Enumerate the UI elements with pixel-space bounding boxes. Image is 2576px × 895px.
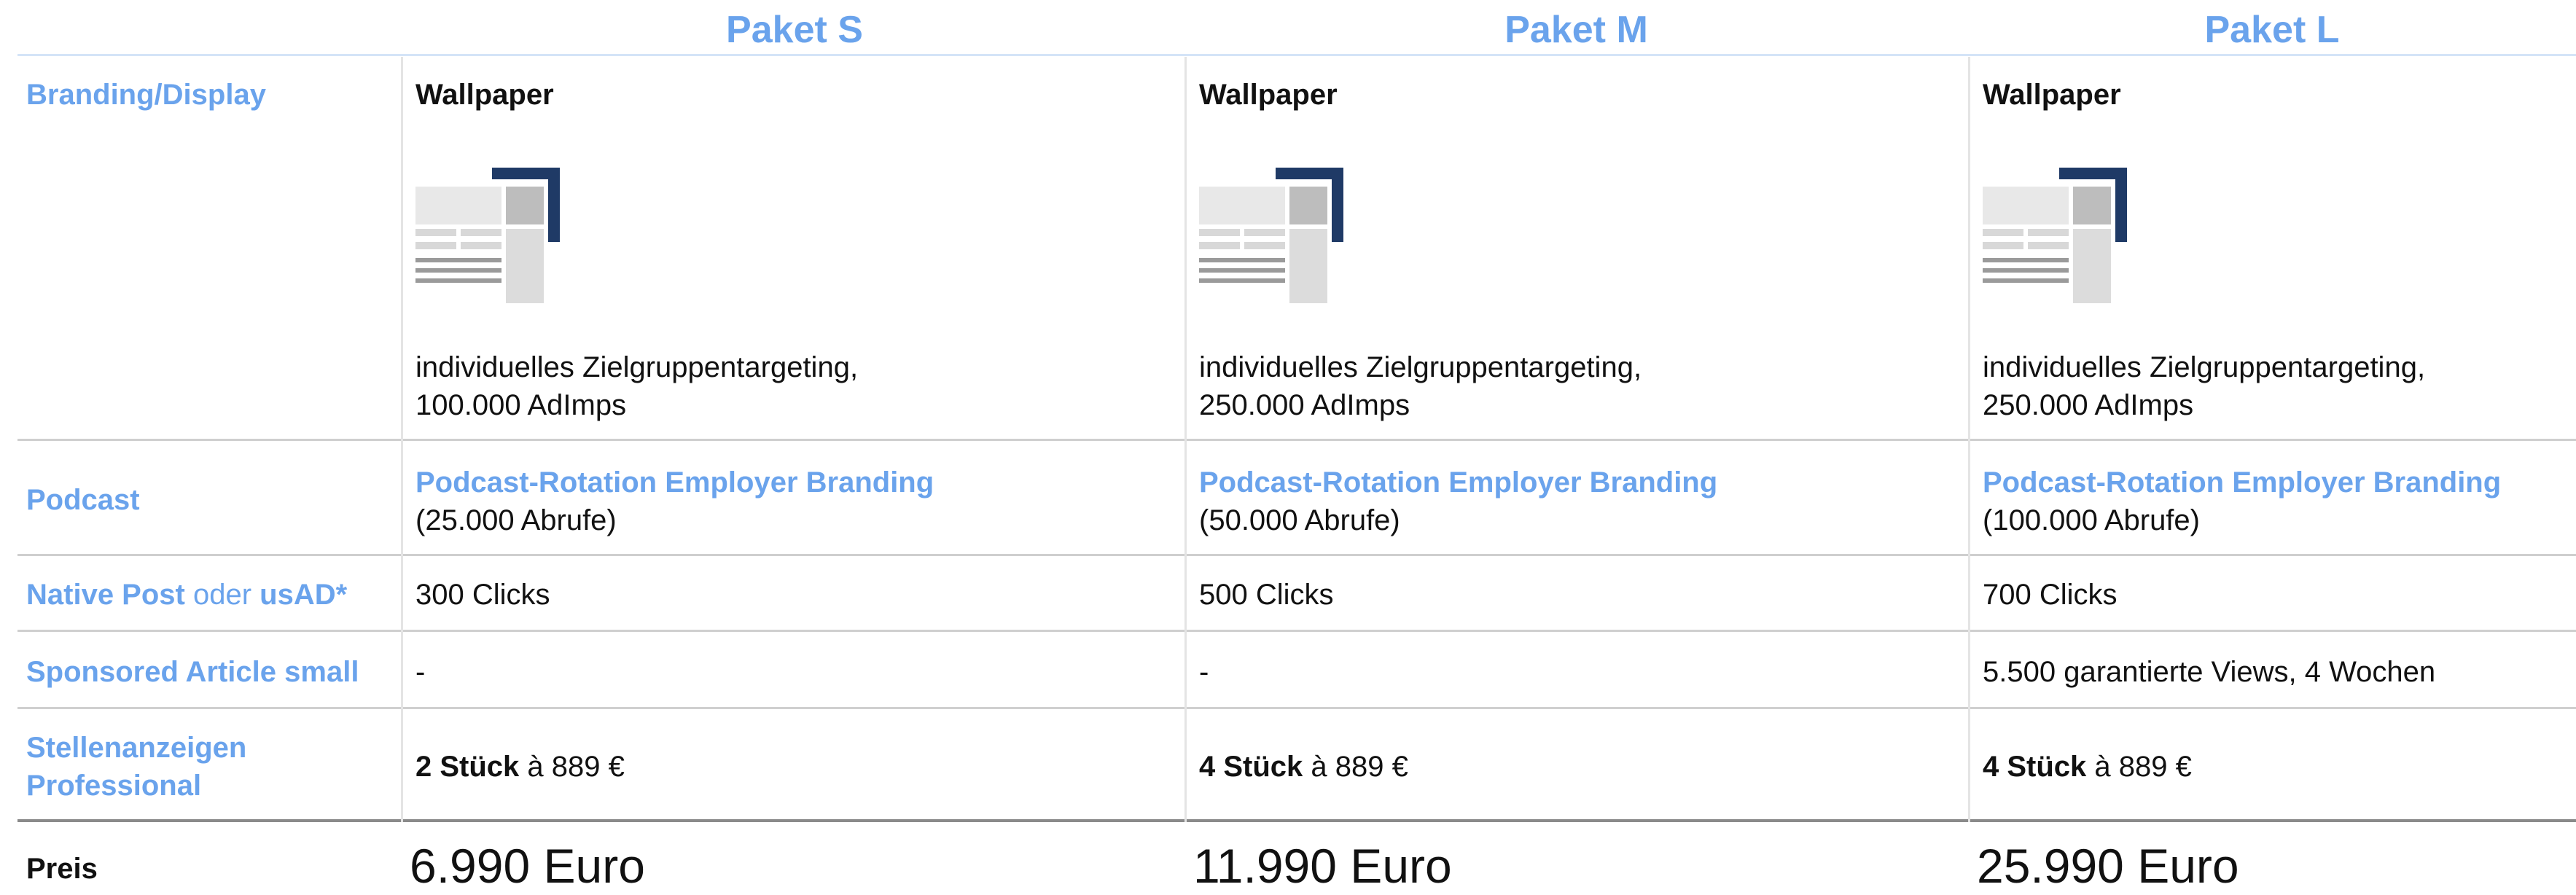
package-title-s: Paket S xyxy=(726,9,863,51)
price-l: 25.990 Euro xyxy=(1977,839,2239,893)
native-cell-s: 300 Clicks xyxy=(415,579,550,611)
podcast-cell-m: Podcast-Rotation Employer Branding (50.0… xyxy=(1199,464,1717,539)
podcast-title-m: Podcast-Rotation Employer Branding xyxy=(1199,466,1718,499)
package-title-l: Paket L xyxy=(2204,9,2340,51)
branding-heading-l: Wallpaper xyxy=(1983,79,2121,111)
row-label-jobs: Stellenanzeigen Professional xyxy=(26,729,246,805)
sponsored-cell-l: 5.500 garantierte Views, 4 Wochen xyxy=(1983,656,2436,688)
wallpaper-ad-icon xyxy=(1983,168,2127,303)
header-divider xyxy=(17,54,2576,56)
wallpaper-ad-icon xyxy=(1199,168,1343,303)
price-s: 6.990 Euro xyxy=(410,839,645,893)
jobs-cell-l: 4 Stück à 889 € xyxy=(1983,751,2192,783)
wallpaper-ad-icon xyxy=(415,168,560,303)
column-divider xyxy=(1968,57,1970,822)
jobs-label-line2: Professional xyxy=(26,770,202,802)
branding-desc-s: individuelles Zielgruppentargeting, 100.… xyxy=(415,351,859,421)
jobs-cell-m: 4 Stück à 889 € xyxy=(1199,751,1408,783)
podcast-title-l: Podcast-Rotation Employer Branding xyxy=(1983,466,2502,499)
native-cell-l: 700 Clicks xyxy=(1983,579,2118,611)
podcast-sub-s: (25.000 Abrufe) xyxy=(415,504,617,536)
branding-desc-l: individuelles Zielgruppentargeting, 250.… xyxy=(1983,351,2426,421)
jobs-label-line1: Stellenanzeigen xyxy=(26,732,247,764)
jobs-cell-s: 2 Stück à 889 € xyxy=(415,751,625,783)
row-label-price: Preis xyxy=(26,853,98,885)
usad-text: usAD* xyxy=(259,579,348,611)
podcast-sub-l: (100.000 Abrufe) xyxy=(1983,504,2200,536)
native-post-text: Native Post xyxy=(26,579,185,611)
oder-text: oder xyxy=(184,579,260,611)
sponsored-cell-m: - xyxy=(1199,656,1209,688)
branding-desc-m: individuelles Zielgruppentargeting, 250.… xyxy=(1199,351,1642,421)
row-label-sponsored: Sponsored Article small xyxy=(26,656,359,688)
podcast-cell-l: Podcast-Rotation Employer Branding (100.… xyxy=(1983,464,2501,539)
native-cell-m: 500 Clicks xyxy=(1199,579,1334,611)
row-label-podcast: Podcast xyxy=(26,484,140,516)
podcast-title-s: Podcast-Rotation Employer Branding xyxy=(415,466,934,499)
row-label-branding: Branding/Display xyxy=(26,79,266,111)
price-m: 11.990 Euro xyxy=(1193,839,1452,893)
package-title-m: Paket M xyxy=(1504,9,1648,51)
column-divider xyxy=(401,57,403,822)
branding-heading-m: Wallpaper xyxy=(1199,79,1338,111)
sponsored-cell-s: - xyxy=(415,656,426,688)
podcast-sub-m: (50.000 Abrufe) xyxy=(1199,504,1400,536)
column-divider xyxy=(1184,57,1187,822)
podcast-cell-s: Podcast-Rotation Employer Branding (25.0… xyxy=(415,464,934,539)
branding-heading-s: Wallpaper xyxy=(415,79,554,111)
row-label-native: Native Post oder usAD* xyxy=(26,576,347,614)
